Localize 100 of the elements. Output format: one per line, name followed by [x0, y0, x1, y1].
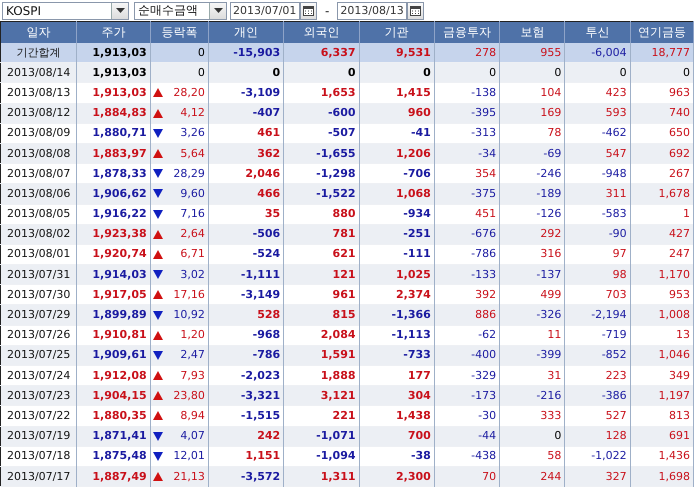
table-cell: -173	[434, 386, 500, 406]
calendar-button[interactable]	[407, 2, 424, 20]
table-cell: -507	[284, 123, 360, 144]
table-cell: 1,909,61	[76, 345, 150, 366]
table-cell: -62	[434, 325, 500, 346]
calendar-icon	[303, 6, 314, 16]
table-cell: 327	[564, 466, 630, 487]
date-cell: 2013/07/23	[0, 386, 77, 406]
table-cell: 104	[500, 82, 565, 104]
table-cell: -1,515	[208, 406, 284, 426]
start-date-field[interactable]: 2013/07/01	[230, 2, 300, 20]
column-header[interactable]: 연기금등	[630, 22, 694, 43]
table-cell: 1,698	[630, 466, 694, 487]
table-cell: 0	[359, 62, 434, 83]
table-cell: 242	[208, 426, 284, 446]
table-cell: -934	[359, 204, 434, 224]
date-cell: 2013/08/08	[0, 143, 77, 164]
table-cell: 0	[564, 62, 630, 83]
date-cell: 2013/07/29	[0, 304, 77, 326]
table-cell: -30	[434, 406, 500, 426]
table-cell: 1,311	[284, 466, 360, 487]
table-cell: 1,197	[630, 386, 694, 406]
table-cell: -719	[564, 325, 630, 346]
table-cell: -138	[434, 82, 500, 104]
table-cell: 311	[564, 184, 630, 204]
table-cell: -313	[434, 123, 500, 144]
date-cell: 2013/07/25	[0, 345, 77, 366]
table-cell: 527	[564, 406, 630, 426]
column-header[interactable]: 개인	[208, 22, 284, 43]
date-cell: 2013/08/09	[0, 123, 77, 144]
column-header[interactable]: 기관	[359, 22, 434, 43]
table-cell: -1,522	[284, 184, 360, 204]
measure-dropdown[interactable]: 순매수금액	[134, 2, 227, 20]
table-cell: 466	[208, 184, 284, 204]
change-value: 8,94	[180, 408, 205, 424]
table-cell: 0	[500, 62, 565, 83]
table-cell: 1,871,41	[76, 426, 150, 446]
column-header[interactable]: 일자	[0, 22, 77, 43]
table-cell: 6,337	[284, 43, 360, 63]
date-cell: 2013/07/26	[0, 325, 77, 346]
column-header[interactable]: 금융투자	[434, 22, 500, 43]
table-cell: 1,883,97	[76, 143, 150, 164]
table-cell: 1,923,38	[76, 224, 150, 244]
table-cell: 1,591	[284, 345, 360, 366]
market-dropdown[interactable]: KOSPI	[2, 2, 129, 20]
table-cell: -1,113	[359, 325, 434, 346]
date-cell: 기간합계	[0, 43, 77, 63]
table-cell: 11	[500, 325, 565, 346]
table-cell: -6,004	[564, 43, 630, 63]
table-cell: 1,904,15	[76, 386, 150, 406]
column-header[interactable]: 등락폭	[150, 22, 208, 43]
table-cell: 13	[630, 325, 694, 346]
change-value: 17,16	[173, 286, 205, 303]
date-cell: 2013/07/31	[0, 264, 77, 285]
table-cell: 333	[500, 406, 565, 426]
change-value: 23,80	[173, 388, 205, 404]
table-cell: -41	[359, 123, 434, 144]
column-header[interactable]: 투신	[564, 22, 630, 43]
table-cell: -189	[500, 184, 565, 204]
table-cell: 700	[359, 426, 434, 446]
table-cell: -126	[500, 204, 565, 224]
table-cell: 593	[564, 103, 630, 124]
table-cell: 70	[434, 466, 500, 487]
table-cell: 1,678	[630, 184, 694, 204]
table-cell: 955	[500, 43, 565, 63]
table-cell: 1,436	[630, 446, 694, 466]
column-header[interactable]: 외국인	[284, 22, 360, 43]
table-cell: -1,094	[284, 446, 360, 466]
table-cell: 1,913,03	[76, 43, 150, 63]
table-cell: 2,084	[284, 325, 360, 346]
table-cell: -133	[434, 264, 500, 285]
table-cell: -399	[500, 345, 565, 366]
table-cell: 1,916,22	[76, 204, 150, 224]
table-cell: 1,438	[359, 406, 434, 426]
table-cell: 1,887,49	[76, 466, 150, 487]
table-cell: 1,880,71	[76, 123, 150, 144]
column-header[interactable]: 보험	[500, 22, 565, 43]
change-value: 0	[198, 64, 205, 81]
column-header[interactable]: 주가	[76, 22, 150, 43]
table-cell: 1	[630, 204, 694, 224]
table-cell: -1,655	[284, 143, 360, 164]
calendar-button[interactable]	[300, 2, 317, 20]
table-cell: 35	[208, 204, 284, 224]
table-cell: -438	[434, 446, 500, 466]
change-value: 21,13	[173, 468, 205, 485]
table-cell: 9,531	[359, 43, 434, 63]
change-value: 9,60	[180, 186, 205, 202]
table-cell: 813	[630, 406, 694, 426]
end-date-field[interactable]: 2013/08/13	[337, 2, 408, 20]
table-cell: 1,913,03	[76, 62, 150, 83]
change-value: 2,47	[180, 347, 205, 364]
table-cell: -400	[434, 345, 500, 366]
table-cell: 169	[500, 103, 565, 124]
table-cell: -2,194	[564, 304, 630, 326]
table-cell: -600	[284, 103, 360, 124]
change-value: 4,07	[180, 428, 205, 444]
table-cell: 0	[208, 62, 284, 83]
table-cell: 3,121	[284, 386, 360, 406]
table-cell: 1,170	[630, 264, 694, 285]
date-cell: 2013/08/12	[0, 103, 77, 124]
